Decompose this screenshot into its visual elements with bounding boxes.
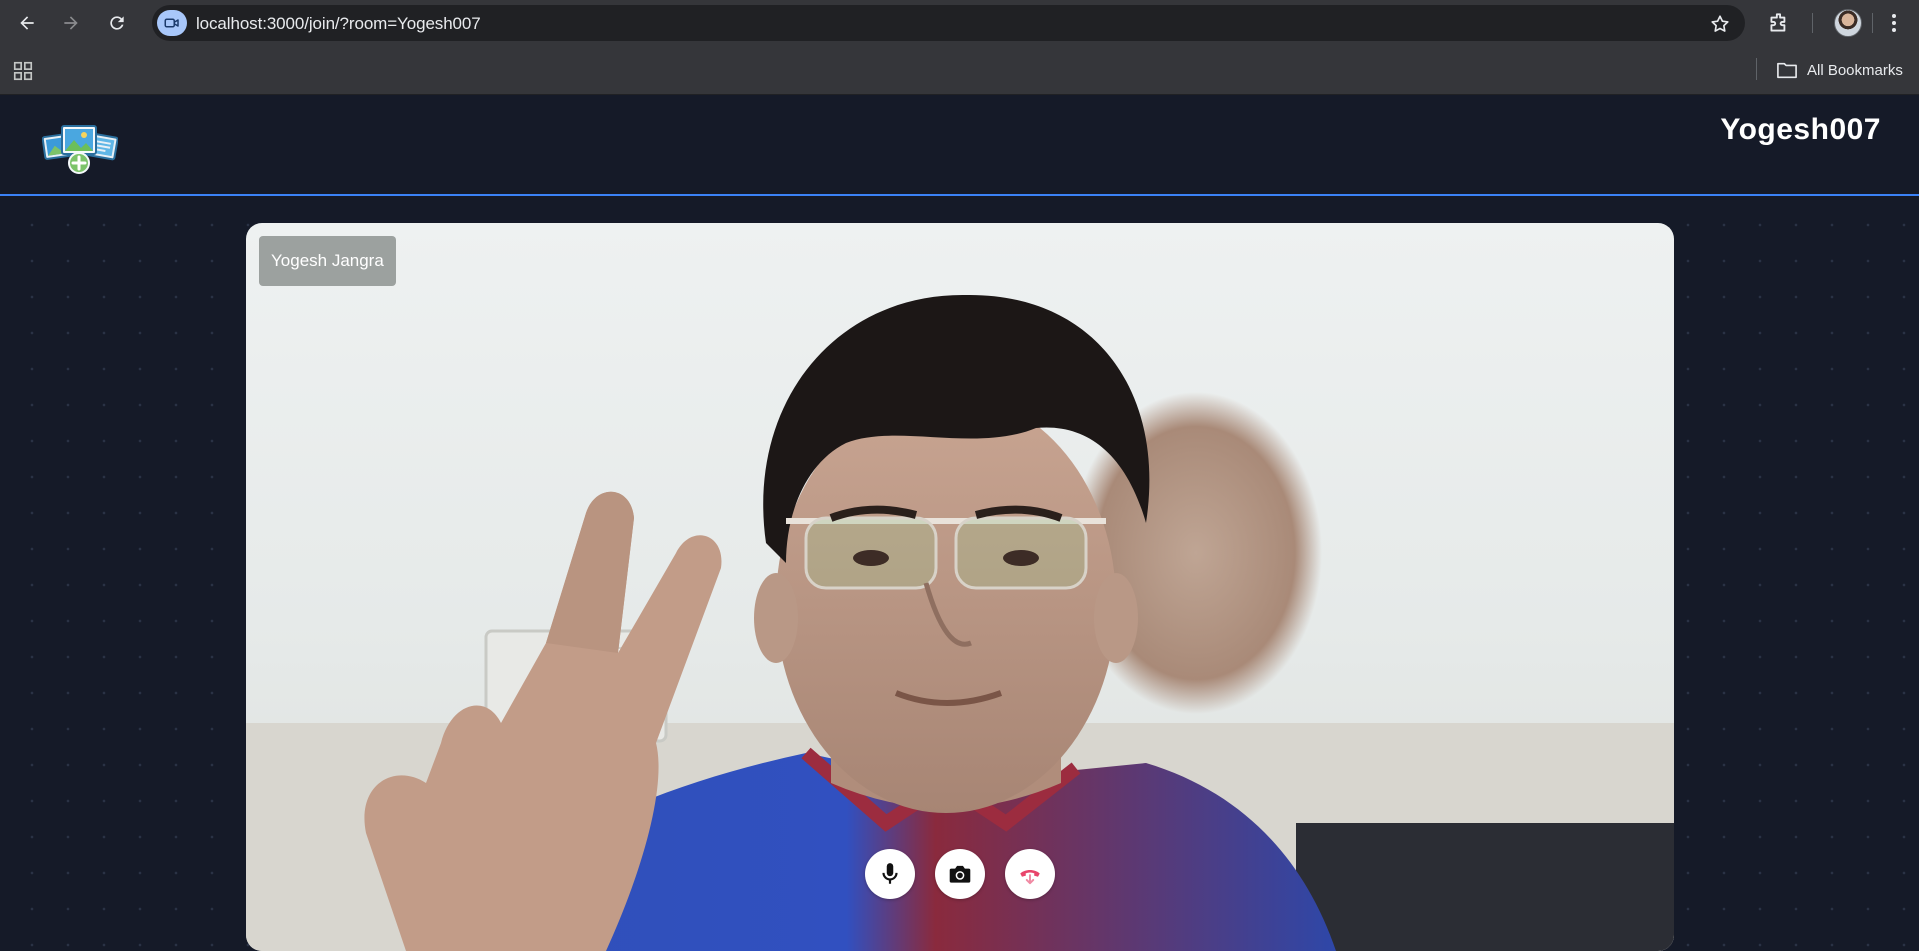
apps-grid-icon[interactable] xyxy=(12,60,34,82)
camera-icon xyxy=(949,865,971,883)
url-text[interactable]: localhost:3000/join/?room=Yogesh007 xyxy=(196,14,481,34)
arrow-right-icon xyxy=(64,16,78,30)
arrow-left-icon xyxy=(20,16,34,30)
camera-feed-image xyxy=(246,294,1674,951)
mic-icon xyxy=(882,863,898,884)
reload-button[interactable] xyxy=(102,8,132,38)
app-root: Yogesh007 Yogesh Jangra xyxy=(0,95,1919,951)
video-camera-icon xyxy=(164,18,179,28)
participant-name-tag: Yogesh Jangra xyxy=(259,236,396,286)
site-info-icon[interactable] xyxy=(157,10,187,36)
call-controls xyxy=(246,849,1674,899)
all-bookmarks-label: All Bookmarks xyxy=(1807,61,1903,79)
bookmark-star-icon[interactable] xyxy=(1709,13,1731,35)
address-bar[interactable]: localhost:3000/join/?room=Yogesh007 xyxy=(152,5,1745,41)
extensions-icon[interactable] xyxy=(1766,10,1792,36)
camera-toggle-button[interactable] xyxy=(935,849,985,899)
browser-toolbar: localhost:3000/join/?room=Yogesh007 xyxy=(0,0,1919,46)
end-call-button[interactable] xyxy=(1005,849,1055,899)
app-logo-icon[interactable] xyxy=(42,123,118,175)
end-call-icon xyxy=(1020,870,1040,885)
bookmarks-divider xyxy=(1756,58,1757,80)
bookmarks-bar: All Bookmarks xyxy=(0,46,1919,95)
folder-icon xyxy=(1777,62,1797,79)
all-bookmarks-button[interactable]: All Bookmarks xyxy=(1776,58,1903,82)
video-tile: Yogesh Jangra xyxy=(246,223,1674,951)
profile-avatar[interactable] xyxy=(1834,9,1862,37)
back-button[interactable] xyxy=(12,8,42,38)
room-name: Yogesh007 xyxy=(1720,113,1881,146)
kebab-menu-icon[interactable] xyxy=(1882,10,1906,36)
mic-toggle-button[interactable] xyxy=(865,849,915,899)
app-header: Yogesh007 xyxy=(0,95,1919,196)
reload-icon xyxy=(110,16,124,30)
forward-button[interactable] xyxy=(56,8,86,38)
toolbar-divider xyxy=(1872,13,1873,33)
toolbar-divider xyxy=(1812,13,1813,33)
